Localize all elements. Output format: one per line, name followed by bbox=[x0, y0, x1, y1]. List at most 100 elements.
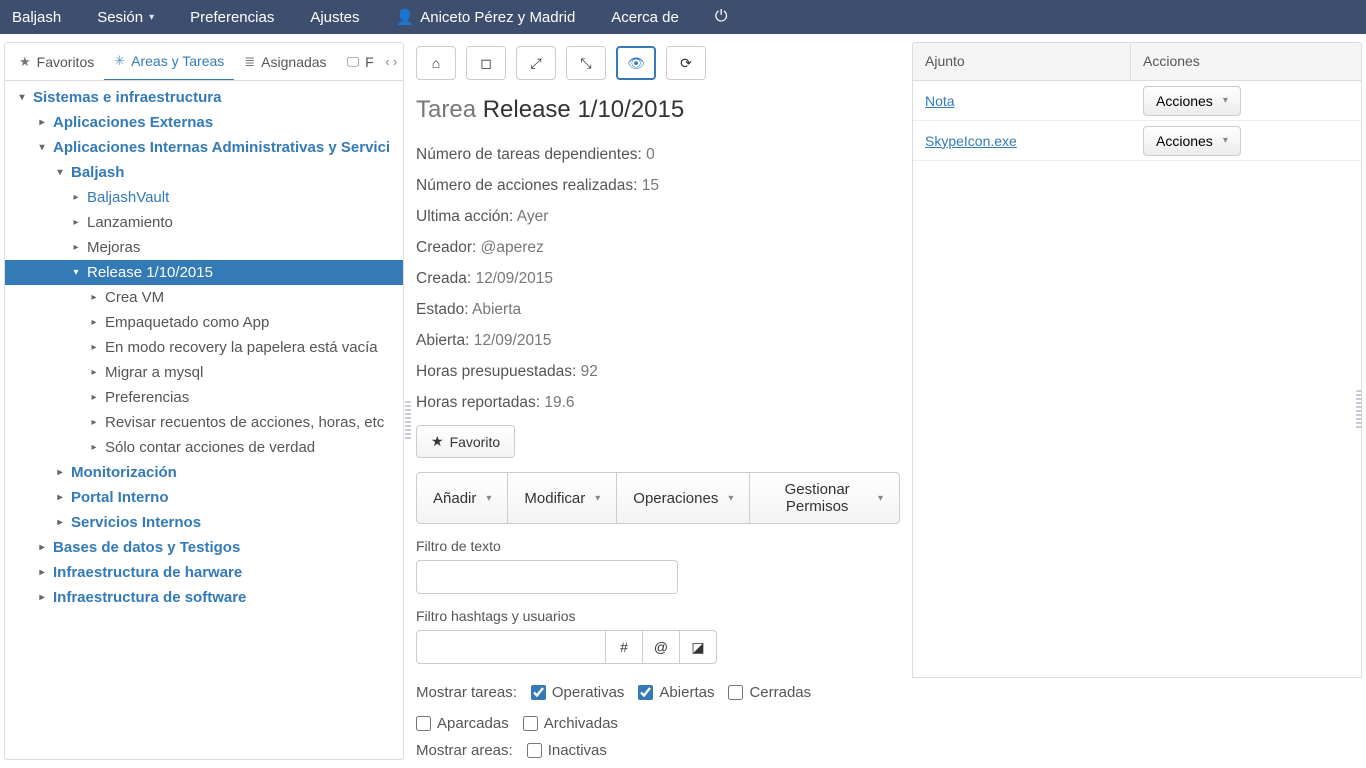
caret-right-icon: ▸ bbox=[87, 435, 101, 460]
caret-right-icon: ▸ bbox=[87, 335, 101, 360]
field-actions-done: Número de acciones realizadas: 15 bbox=[416, 177, 900, 195]
tree[interactable]: ▾Sistemas e infraestructura ▸Aplicacione… bbox=[5, 81, 403, 759]
caret-right-icon: ▸ bbox=[69, 210, 83, 235]
chk-operativas[interactable]: Operativas bbox=[531, 684, 625, 701]
tree-node[interactable]: ▾Aplicaciones Internas Administrativas y… bbox=[5, 135, 403, 160]
tree-node[interactable]: ▾Sistemas e infraestructura bbox=[5, 85, 403, 110]
caret-right-icon: ▸ bbox=[69, 235, 83, 260]
tree-node[interactable]: ▸Servicios Internos bbox=[5, 510, 403, 535]
filter-text-label: Filtro de texto bbox=[416, 538, 900, 554]
menu-about[interactable]: Acerca de bbox=[593, 0, 697, 34]
chevron-down-icon: ▾ bbox=[1223, 135, 1228, 146]
tree-node[interactable]: ▸Infraestructura de harware bbox=[5, 560, 403, 585]
tab-assigned[interactable]: ≣Asignadas bbox=[234, 43, 336, 81]
refresh-button[interactable]: ⟳ bbox=[666, 46, 706, 80]
tree-icon: ✳ bbox=[114, 53, 125, 69]
field-status: Estado: Abierta bbox=[416, 301, 900, 319]
sidebar-tabs: ★Favoritos ✳Areas y Tareas ≣Asignadas 🖵F… bbox=[5, 43, 403, 81]
permissions-dropdown[interactable]: Gestionar Permisos▾ bbox=[749, 472, 900, 524]
at-icon: @ bbox=[654, 639, 668, 655]
at-button[interactable]: @ bbox=[642, 630, 680, 664]
show-areas-row: Mostrar areas: Inactivas bbox=[416, 742, 900, 759]
chevron-down-icon: ▾ bbox=[595, 493, 600, 504]
tab-extra[interactable]: 🖵F bbox=[337, 43, 384, 81]
expand-button[interactable]: ⤢ bbox=[516, 46, 556, 80]
maximize-button[interactable]: ◻ bbox=[466, 46, 506, 80]
attachment-link[interactable]: SkypeIcon.exe bbox=[925, 133, 1017, 149]
caret-right-icon: ▸ bbox=[87, 385, 101, 410]
tabs-next-icon[interactable]: › bbox=[391, 54, 399, 69]
tree-node[interactable]: ▸Monitorización bbox=[5, 460, 403, 485]
eraser-icon: ◪ bbox=[691, 639, 704, 656]
attachment-row: Nota Acciones▾ bbox=[913, 81, 1361, 121]
row-actions-dropdown[interactable]: Acciones▾ bbox=[1143, 126, 1241, 156]
square-icon: ◻ bbox=[480, 55, 492, 72]
attachment-link[interactable]: Nota bbox=[925, 93, 955, 109]
chk-inactivas[interactable]: Inactivas bbox=[527, 742, 607, 759]
tree-node[interactable]: ▸Infraestructura de software bbox=[5, 585, 403, 610]
tree-node[interactable]: ▸Revisar recuentos de acciones, horas, e… bbox=[5, 410, 403, 435]
menu-settings[interactable]: Ajustes bbox=[292, 0, 377, 34]
home-button[interactable]: ⌂ bbox=[416, 46, 456, 80]
brand[interactable]: Baljash bbox=[8, 0, 79, 34]
chevron-down-icon: ▾ bbox=[1223, 95, 1228, 106]
tab-favorites[interactable]: ★Favoritos bbox=[9, 43, 104, 81]
tree-node[interactable]: ▸Migrar a mysql bbox=[5, 360, 403, 385]
menu-user[interactable]: 👤Aniceto Pérez y Madrid bbox=[378, 0, 594, 34]
caret-down-icon: ▾ bbox=[15, 85, 29, 110]
field-created: Creada: 12/09/2015 bbox=[416, 270, 900, 288]
chevron-down-icon: ▾ bbox=[149, 12, 154, 23]
menu-preferences[interactable]: Preferencias bbox=[172, 0, 292, 34]
erase-button[interactable]: ◪ bbox=[679, 630, 717, 664]
chk-aparcadas[interactable]: Aparcadas bbox=[416, 715, 509, 732]
tree-node[interactable]: ▸Bases de datos y Testigos bbox=[5, 535, 403, 560]
sidebar: ★Favoritos ✳Areas y Tareas ≣Asignadas 🖵F… bbox=[4, 42, 404, 760]
collapse-button[interactable]: ⤡ bbox=[566, 46, 606, 80]
caret-down-icon: ▾ bbox=[53, 160, 67, 185]
menu-session[interactable]: Sesión▾ bbox=[79, 0, 172, 34]
tree-node[interactable]: ▸Sólo contar acciones de verdad bbox=[5, 435, 403, 460]
chk-abiertas[interactable]: Abiertas bbox=[638, 684, 714, 701]
tree-node[interactable]: ▾Baljash bbox=[5, 160, 403, 185]
user-icon: 👤 bbox=[396, 8, 415, 26]
show-tasks-row: Mostrar tareas: Operativas Abiertas Cerr… bbox=[416, 684, 900, 732]
power-icon[interactable]: ⏻ bbox=[697, 0, 746, 34]
caret-down-icon: ▾ bbox=[69, 260, 83, 285]
tree-node[interactable]: ▸En modo recovery la papelera está vacía bbox=[5, 335, 403, 360]
expand-icon: ⤢ bbox=[530, 55, 541, 72]
task-action-bar: Añadir▾ Modificar▾ Operaciones▾ Gestiona… bbox=[416, 472, 900, 524]
top-menu-bar: Baljash Sesión▾ Preferencias Ajustes 👤An… bbox=[0, 0, 1366, 34]
page-title: Tarea Release 1/10/2015 bbox=[416, 96, 900, 124]
collapse-icon: ⤡ bbox=[580, 55, 591, 72]
caret-down-icon: ▾ bbox=[35, 135, 49, 160]
tree-node[interactable]: ▸Portal Interno bbox=[5, 485, 403, 510]
tree-node[interactable]: ▸Preferencias bbox=[5, 385, 403, 410]
right-splitter-handle[interactable] bbox=[1356, 390, 1362, 430]
caret-right-icon: ▸ bbox=[35, 110, 49, 135]
tab-areas[interactable]: ✳Areas y Tareas bbox=[104, 43, 234, 81]
tabs-prev-icon[interactable]: ‹ bbox=[384, 54, 392, 69]
chk-cerradas[interactable]: Cerradas bbox=[728, 684, 811, 701]
chevron-down-icon: ▾ bbox=[728, 493, 733, 504]
hash-button[interactable]: # bbox=[605, 630, 643, 664]
filter-hashtag-input[interactable] bbox=[416, 630, 606, 664]
add-dropdown[interactable]: Añadir▾ bbox=[416, 472, 508, 524]
tree-node[interactable]: ▸Aplicaciones Externas bbox=[5, 110, 403, 135]
modify-dropdown[interactable]: Modificar▾ bbox=[507, 472, 617, 524]
field-hours-budget: Horas presupuestadas: 92 bbox=[416, 363, 900, 381]
operations-dropdown[interactable]: Operaciones▾ bbox=[616, 472, 750, 524]
eye-slash-icon: 👁 bbox=[627, 55, 645, 72]
tree-node-selected[interactable]: ▾Release 1/10/2015 bbox=[5, 260, 403, 285]
tree-node[interactable]: ▸Lanzamiento bbox=[5, 210, 403, 235]
chevron-down-icon: ▾ bbox=[878, 493, 883, 504]
field-dependents: Número de tareas dependientes: 0 bbox=[416, 146, 900, 164]
tree-node[interactable]: ▸BaljashVault bbox=[5, 185, 403, 210]
tree-node[interactable]: ▸Mejoras bbox=[5, 235, 403, 260]
visibility-button[interactable]: 👁 bbox=[616, 46, 656, 80]
filter-text-input[interactable] bbox=[416, 560, 678, 594]
favorite-button[interactable]: ★Favorito bbox=[416, 425, 515, 458]
tree-node[interactable]: ▸Crea VM bbox=[5, 285, 403, 310]
tree-node[interactable]: ▸Empaquetado como App bbox=[5, 310, 403, 335]
row-actions-dropdown[interactable]: Acciones▾ bbox=[1143, 86, 1241, 116]
chk-archivadas[interactable]: Archivadas bbox=[523, 715, 618, 732]
